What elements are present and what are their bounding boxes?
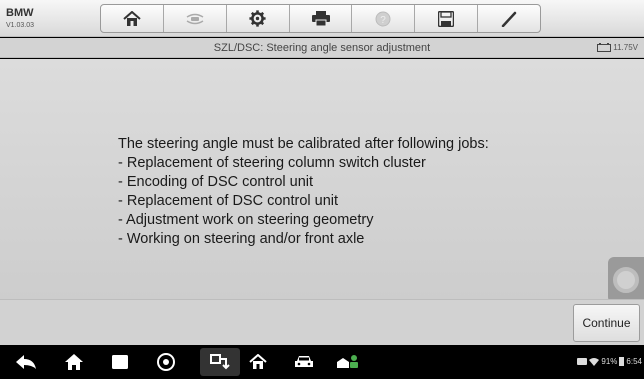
back-button[interactable] bbox=[14, 351, 38, 373]
battery-icon bbox=[619, 357, 625, 366]
wifi-icon bbox=[589, 357, 600, 366]
top-bar: BMW V1.03.03 ? bbox=[0, 0, 644, 37]
print-icon bbox=[311, 11, 330, 26]
voltage-value: 11.75V bbox=[613, 43, 638, 52]
floating-action-button[interactable] bbox=[608, 257, 644, 303]
vehicle-swap-button[interactable] bbox=[164, 5, 227, 32]
system-nav-bar: 91% 6:54 bbox=[0, 345, 644, 379]
ring-icon bbox=[613, 267, 639, 293]
back-arrow-icon bbox=[16, 355, 36, 369]
help-button[interactable]: ? bbox=[352, 5, 416, 32]
vehicle-swap-icon bbox=[186, 13, 204, 24]
app-name: BMW bbox=[6, 7, 34, 19]
remote-support-button[interactable] bbox=[336, 351, 360, 373]
title-bar: SZL/DSC: Steering angle sensor adjustmen… bbox=[0, 38, 644, 58]
vci-connector-icon bbox=[210, 354, 230, 370]
diagnostics-home-button[interactable] bbox=[246, 351, 270, 373]
recent-apps-icon bbox=[112, 355, 128, 369]
svg-text:?: ? bbox=[381, 15, 387, 26]
browser-icon bbox=[157, 353, 175, 371]
battery-percent: 91% bbox=[601, 357, 618, 366]
message-icon bbox=[577, 357, 588, 365]
help-icon: ? bbox=[375, 11, 391, 26]
recent-apps-button[interactable] bbox=[108, 351, 132, 373]
message-line: - Adjustment work on steering geometry bbox=[118, 212, 374, 228]
continue-button[interactable]: Continue bbox=[573, 304, 640, 342]
message-line: - Encoding of DSC control unit bbox=[118, 174, 314, 190]
save-icon bbox=[438, 10, 455, 27]
home-button[interactable] bbox=[101, 5, 164, 32]
home-icon bbox=[123, 10, 141, 26]
pen-icon bbox=[501, 11, 517, 27]
battery-voltage: 11.75V bbox=[597, 43, 638, 52]
status-area: 91% 6:54 bbox=[577, 357, 642, 366]
message-line: - Replacement of steering column switch … bbox=[118, 155, 426, 171]
action-bar: Continue bbox=[0, 299, 644, 345]
edit-button[interactable] bbox=[478, 5, 540, 32]
save-button[interactable] bbox=[415, 5, 479, 32]
message-line: - Replacement of DSC control unit bbox=[118, 193, 339, 209]
car-icon bbox=[295, 356, 313, 367]
gear-icon bbox=[249, 10, 266, 27]
message-line: The steering angle must be calibrated af… bbox=[118, 136, 489, 152]
clock: 6:54 bbox=[626, 357, 642, 366]
settings-button[interactable] bbox=[227, 5, 290, 32]
browser-button[interactable] bbox=[154, 351, 178, 373]
toolbar: ? bbox=[100, 4, 541, 33]
main-content: The steering angle must be calibrated af… bbox=[0, 59, 644, 303]
car-battery-icon bbox=[597, 43, 612, 52]
home-nav-button[interactable] bbox=[62, 351, 86, 373]
print-button[interactable] bbox=[290, 5, 353, 32]
app-version: V1.03.03 bbox=[6, 22, 35, 29]
vehicle-button[interactable] bbox=[292, 351, 316, 373]
vci-button[interactable] bbox=[200, 348, 240, 376]
message-line: - Working on steering and/or front axle bbox=[118, 231, 365, 247]
app-identity: BMW V1.03.03 bbox=[6, 7, 35, 30]
instruction-message: The steering angle must be calibrated af… bbox=[118, 135, 489, 249]
house-icon bbox=[65, 354, 83, 370]
home-icon bbox=[249, 354, 267, 369]
remote-support-icon bbox=[337, 355, 358, 368]
page-title: SZL/DSC: Steering angle sensor adjustmen… bbox=[213, 42, 431, 54]
